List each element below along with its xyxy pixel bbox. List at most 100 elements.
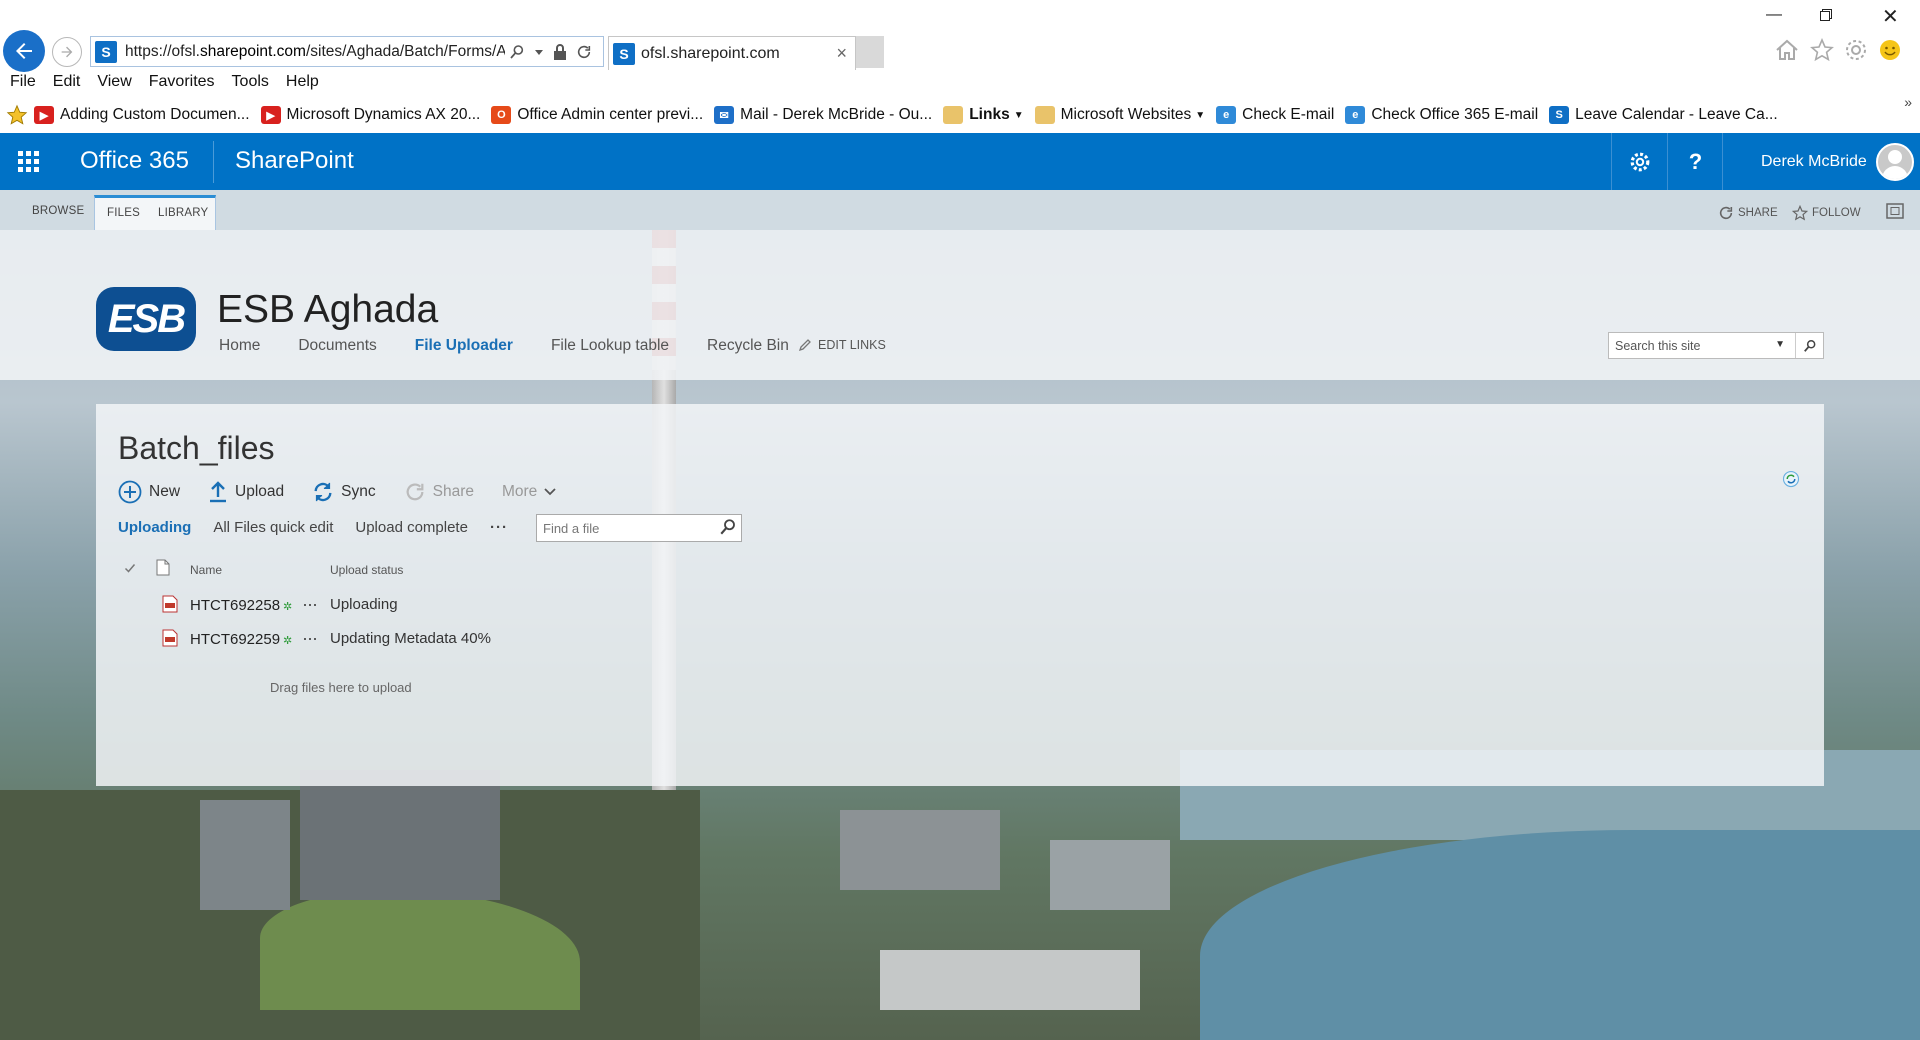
home-icon[interactable] <box>1774 38 1800 62</box>
menu-view[interactable]: View <box>97 73 131 91</box>
focus-content-button[interactable] <box>1886 203 1904 219</box>
menu-edit[interactable]: Edit <box>53 73 81 91</box>
dropdown-icon: ▼ <box>1013 109 1024 121</box>
document-type-icon <box>156 559 170 579</box>
url-text[interactable]: https://ofsl.sharepoint.com/sites/Aghada… <box>125 43 505 61</box>
favorite-item[interactable]: O Office Admin center previ... <box>491 106 703 124</box>
browser-tab[interactable]: S ofsl.sharepoint.com × <box>608 36 856 70</box>
site-logo[interactable]: ESB <box>96 287 196 351</box>
table-row[interactable]: HTCT692259 ✲ ··· Updating Metadata 40% <box>124 628 824 654</box>
help-button[interactable]: ? <box>1667 133 1723 190</box>
file-name-link[interactable]: HTCT692259 ✲ <box>190 631 292 648</box>
restore-button[interactable] <box>1820 8 1832 26</box>
lock-icon[interactable] <box>553 43 567 60</box>
view-all-files-quick-edit[interactable]: All Files quick edit <box>213 519 333 536</box>
youtube-icon: ▶ <box>260 106 281 124</box>
gear-icon[interactable] <box>1844 38 1868 62</box>
office-icon: O <box>491 106 512 124</box>
favorite-item[interactable]: e Check Office 365 E-mail <box>1345 106 1538 124</box>
site-search-input[interactable]: Search this site <box>1615 339 1700 353</box>
menu-file[interactable]: File <box>10 73 36 91</box>
tab-browse[interactable]: BROWSE <box>32 205 84 217</box>
fullscreen-icon <box>1886 203 1904 219</box>
suite-bar: Office 365 SharePoint ? Derek McBride <box>0 133 1920 190</box>
search-icon[interactable] <box>509 44 525 60</box>
follow-button[interactable]: FOLLOW <box>1792 205 1861 221</box>
question-icon: ? <box>1688 148 1703 174</box>
drag-drop-hint[interactable]: Drag files here to upload <box>270 680 412 695</box>
refresh-status-icon[interactable] <box>1782 470 1800 493</box>
plus-circle-icon <box>118 480 142 504</box>
menu-tools[interactable]: Tools <box>232 73 269 91</box>
app-launcher-button[interactable] <box>0 133 57 190</box>
item-menu-button[interactable]: ··· <box>302 594 318 615</box>
favorite-item[interactable]: ✉ Mail - Derek McBride - Ou... <box>714 106 932 124</box>
new-button[interactable]: New <box>118 480 180 504</box>
dropdown-icon[interactable]: ▼ <box>1775 339 1785 350</box>
view-uploading[interactable]: Uploading <box>118 519 191 536</box>
sharepoint-icon: S <box>95 40 117 63</box>
select-all-check-icon[interactable] <box>124 562 136 577</box>
new-tab-button[interactable] <box>856 36 884 68</box>
share-button[interactable]: SHARE <box>1718 205 1778 221</box>
command-bar: New Upload Sync Share More <box>118 480 584 504</box>
suite-app-name[interactable]: SharePoint <box>235 147 354 175</box>
find-file-input[interactable]: Find a file <box>543 521 599 536</box>
site-search-box[interactable]: Search this site ▼ <box>1608 332 1824 359</box>
minimize-button[interactable]: — <box>1766 6 1782 24</box>
favorite-item[interactable]: e Check E-mail <box>1216 106 1334 124</box>
file-name-link[interactable]: HTCT692258 ✲ <box>190 597 292 614</box>
user-name: Derek McBride <box>1761 152 1867 170</box>
close-window-button[interactable]: ✕ <box>1882 4 1899 29</box>
favorite-folder[interactable]: Microsoft Websites ▼ <box>1034 106 1205 124</box>
upload-status: Updating Metadata 40% <box>330 630 491 647</box>
top-navigation: Home Documents File Uploader File Lookup… <box>219 337 827 355</box>
sync-button[interactable]: Sync <box>312 481 376 503</box>
content-panel: Batch_files New Upload Sync Share More U… <box>96 404 1824 786</box>
tab-files[interactable]: FILES LIBRARY <box>94 195 216 230</box>
view-upload-complete[interactable]: Upload complete <box>355 519 468 536</box>
close-tab-icon[interactable]: × <box>836 43 847 64</box>
item-menu-button[interactable]: ··· <box>302 628 318 649</box>
nav-file-lookup-table[interactable]: File Lookup table <box>551 337 669 355</box>
nav-home[interactable]: Home <box>219 337 260 355</box>
user-menu[interactable]: Derek McBride <box>1722 133 1920 190</box>
back-button[interactable] <box>3 30 45 72</box>
site-title[interactable]: ESB Aghada <box>217 288 438 332</box>
address-bar[interactable]: S https://ofsl.sharepoint.com/sites/Agha… <box>90 36 604 67</box>
forward-button[interactable] <box>52 37 82 67</box>
view-more-button[interactable]: ··· <box>490 519 508 536</box>
upload-button[interactable]: Upload <box>208 481 284 503</box>
search-icon[interactable] <box>719 518 737 539</box>
nav-file-uploader[interactable]: File Uploader <box>415 337 513 355</box>
divider <box>213 141 214 183</box>
browser-chrome: S https://ofsl.sharepoint.com/sites/Agha… <box>0 0 1920 133</box>
favorite-item[interactable]: ▶ Microsoft Dynamics AX 20... <box>260 106 480 124</box>
chevron-more-icon[interactable]: » <box>1904 94 1912 110</box>
favorites-star-icon[interactable] <box>6 104 28 126</box>
smiley-icon[interactable] <box>1878 38 1902 62</box>
menu-favorites[interactable]: Favorites <box>149 73 215 91</box>
star-icon[interactable] <box>1810 38 1834 62</box>
table-row[interactable]: HTCT692258 ✲ ··· Uploading <box>124 594 824 620</box>
star-icon <box>1792 205 1808 221</box>
mail-icon: ✉ <box>714 106 735 124</box>
search-icon[interactable] <box>1795 333 1823 358</box>
menu-help[interactable]: Help <box>286 73 319 91</box>
favorite-item[interactable]: S Leave Calendar - Leave Ca... <box>1549 106 1778 124</box>
tab-library[interactable]: LIBRARY <box>158 207 208 219</box>
edit-links-button[interactable]: EDIT LINKS <box>798 338 886 352</box>
nav-documents[interactable]: Documents <box>298 337 376 355</box>
suite-brand[interactable]: Office 365 <box>80 147 189 175</box>
dropdown-icon[interactable] <box>534 47 544 57</box>
more-button[interactable]: More <box>502 483 556 501</box>
share-button[interactable]: Share <box>404 481 474 503</box>
refresh-icon[interactable] <box>576 44 592 60</box>
find-file-box[interactable]: Find a file <box>536 514 742 542</box>
favorite-item[interactable]: ▶ Adding Custom Documen... <box>34 106 250 124</box>
favorite-folder[interactable]: Links ▼ <box>943 106 1024 124</box>
column-upload-status[interactable]: Upload status <box>330 563 403 577</box>
column-name[interactable]: Name <box>190 563 222 577</box>
settings-button[interactable] <box>1611 133 1667 190</box>
nav-recycle-bin[interactable]: Recycle Bin <box>707 337 789 355</box>
